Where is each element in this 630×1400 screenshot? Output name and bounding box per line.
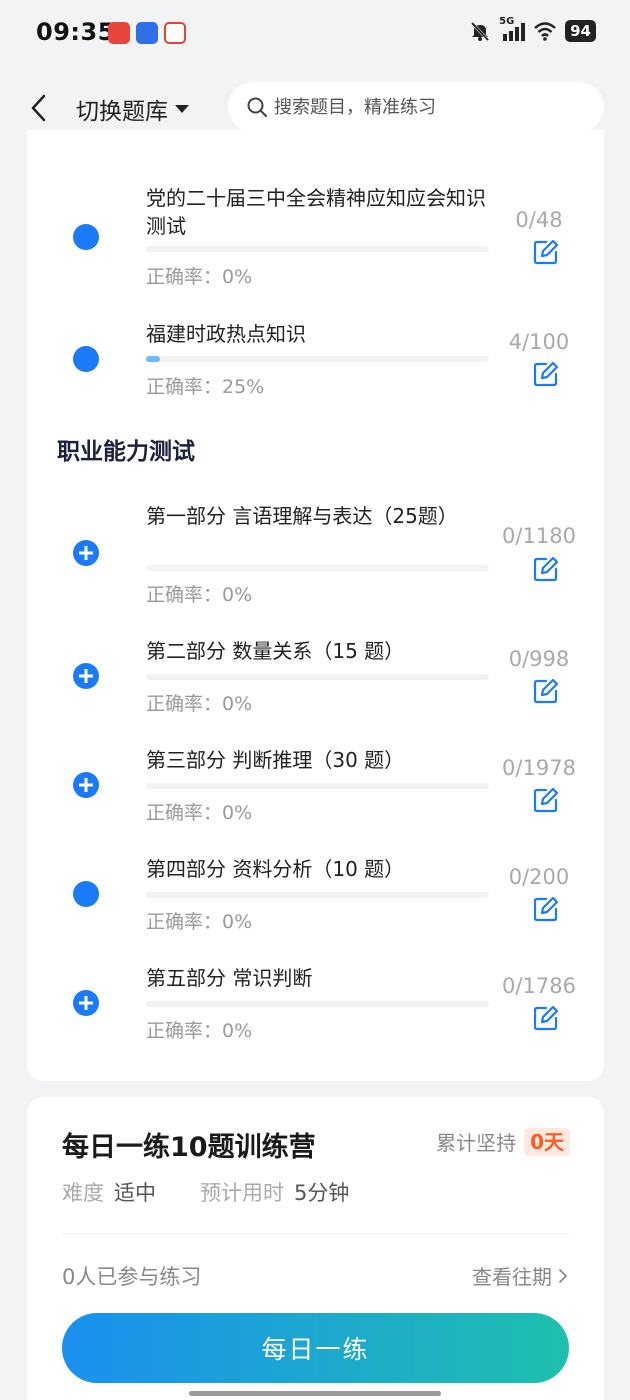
progress-fill [146, 356, 160, 362]
item-title: 第四部分 资料分析（10 题） [146, 857, 405, 881]
progress-bar [146, 674, 489, 680]
item-title: 第一部分 言语理解与表达（25题） [146, 504, 458, 528]
list-item[interactable]: 党的二十届三中全会精神应知应会知识测试 正确率：0% 0/48 [27, 180, 604, 300]
app-notification-icon-3 [164, 22, 186, 44]
status-indicators: 5G 94 [469, 16, 596, 42]
switch-bank-dropdown[interactable]: 切换题库 [76, 92, 190, 126]
wifi-icon [534, 22, 556, 41]
streak-badge: 0天 [524, 1127, 570, 1156]
search-input[interactable] [274, 96, 574, 118]
chevron-left-icon [31, 94, 46, 122]
chapter-dot-icon [73, 346, 99, 372]
progress-bar [146, 246, 489, 252]
item-count: 0/48 [515, 208, 563, 232]
accuracy-text: 正确率：0% [146, 693, 253, 715]
accuracy-text: 正确率：0% [146, 1020, 253, 1042]
item-title: 第三部分 判断推理（30 题） [146, 748, 405, 772]
search-icon [247, 97, 267, 117]
daily-camp-card: 每日一练10题训练营 累计坚持 0天 难度 适中 预计用时 5分钟 0人已参与练… [27, 1097, 604, 1400]
signal-icon [503, 23, 526, 41]
list-item[interactable]: 第三部分 判断推理（30 题） 正确率：0% 0/1978 [27, 746, 604, 826]
item-title: 党的二十届三中全会精神应知应会知识测试 [146, 186, 486, 238]
list-item[interactable]: 第五部分 常识判断 正确率：0% 0/1786 [27, 964, 604, 1044]
difficulty-value: 适中 [114, 1181, 156, 1205]
difficulty-label: 难度 [62, 1181, 104, 1205]
item-count: 0/1978 [502, 756, 576, 780]
item-title: 第五部分 常识判断 [146, 966, 313, 990]
time-value: 5分钟 [294, 1181, 350, 1205]
daily-practice-button[interactable]: 每日一练 [62, 1313, 569, 1383]
item-title: 第二部分 数量关系（15 题） [146, 639, 405, 663]
item-count: 0/998 [508, 647, 570, 671]
back-button[interactable] [26, 92, 54, 124]
item-count: 0/200 [508, 865, 570, 889]
accuracy-text: 正确率：0% [146, 802, 253, 824]
chapter-dot-icon [73, 224, 99, 250]
expand-plus-icon[interactable] [73, 663, 99, 689]
list-item[interactable]: 第二部分 数量关系（15 题） 正确率：0% 0/998 [27, 637, 604, 717]
progress-bar [146, 892, 489, 898]
app-notification-icon-1 [108, 22, 130, 44]
accuracy-text: 正确率：0% [146, 584, 253, 606]
item-title: 福建时政热点知识 [146, 322, 306, 346]
progress-bar [146, 356, 489, 362]
edit-icon[interactable] [532, 238, 560, 266]
streak-label: 累计坚持 [436, 1131, 517, 1155]
caret-down-icon [175, 105, 189, 113]
battery-level: 94 [565, 20, 596, 42]
progress-bar [146, 565, 489, 571]
progress-bar [146, 1001, 489, 1007]
signal-indicator: 5G [499, 16, 526, 42]
chevron-right-icon [559, 1268, 568, 1283]
edit-icon[interactable] [532, 677, 560, 705]
status-time: 09:35 [36, 18, 115, 46]
camp-title: 每日一练10题训练营 [62, 1132, 316, 1163]
divider [62, 1233, 569, 1234]
edit-icon[interactable] [532, 895, 560, 923]
expand-plus-icon[interactable] [73, 772, 99, 798]
edit-icon[interactable] [532, 1004, 560, 1032]
list-item[interactable]: 第一部分 言语理解与表达（25题） 正确率：0% 0/1180 [27, 502, 604, 612]
edit-icon[interactable] [532, 555, 560, 583]
home-indicator[interactable] [189, 1391, 441, 1396]
section-title: 职业能力测试 [57, 432, 217, 470]
accuracy-text: 正确率：25% [146, 376, 265, 398]
switch-bank-label: 切换题库 [76, 99, 168, 125]
search-box[interactable] [228, 82, 604, 132]
expand-plus-icon[interactable] [73, 990, 99, 1016]
app-notification-icon-2 [136, 22, 158, 44]
list-item[interactable]: 第四部分 资料分析（10 题） 正确率：0% 0/200 [27, 855, 604, 935]
list-item[interactable]: 福建时政热点知识 正确率：25% 4/100 [27, 320, 604, 410]
daily-practice-label: 每日一练 [261, 1335, 370, 1364]
view-history-label: 查看往期 [472, 1265, 552, 1289]
mute-bell-icon [471, 21, 490, 42]
notification-app-icons [108, 22, 186, 44]
camp-meta: 难度 适中 预计用时 5分钟 [62, 1177, 393, 1207]
section-title-text: 职业能力测试 [57, 439, 195, 465]
progress-bar [146, 783, 489, 789]
accuracy-text: 正确率：0% [146, 266, 253, 288]
edit-icon[interactable] [532, 786, 560, 814]
chapter-dot-icon [73, 881, 99, 907]
item-count: 0/1786 [502, 974, 576, 998]
streak: 累计坚持 0天 [436, 1127, 570, 1156]
status-bar: 09:35 5G 94 [0, 0, 630, 68]
question-bank-card: 党的二十届三中全会精神应知应会知识测试 正确率：0% 0/48 福建时政热点知识… [27, 130, 604, 1081]
edit-icon[interactable] [532, 360, 560, 388]
participants-count: 0人已参与练习 [62, 1265, 202, 1289]
view-history-link[interactable]: 查看往期 [472, 1261, 568, 1290]
accuracy-text: 正确率：0% [146, 911, 253, 933]
time-label: 预计用时 [200, 1181, 284, 1205]
item-count: 0/1180 [502, 524, 576, 548]
expand-plus-icon[interactable] [73, 540, 99, 566]
item-count: 4/100 [508, 330, 570, 354]
